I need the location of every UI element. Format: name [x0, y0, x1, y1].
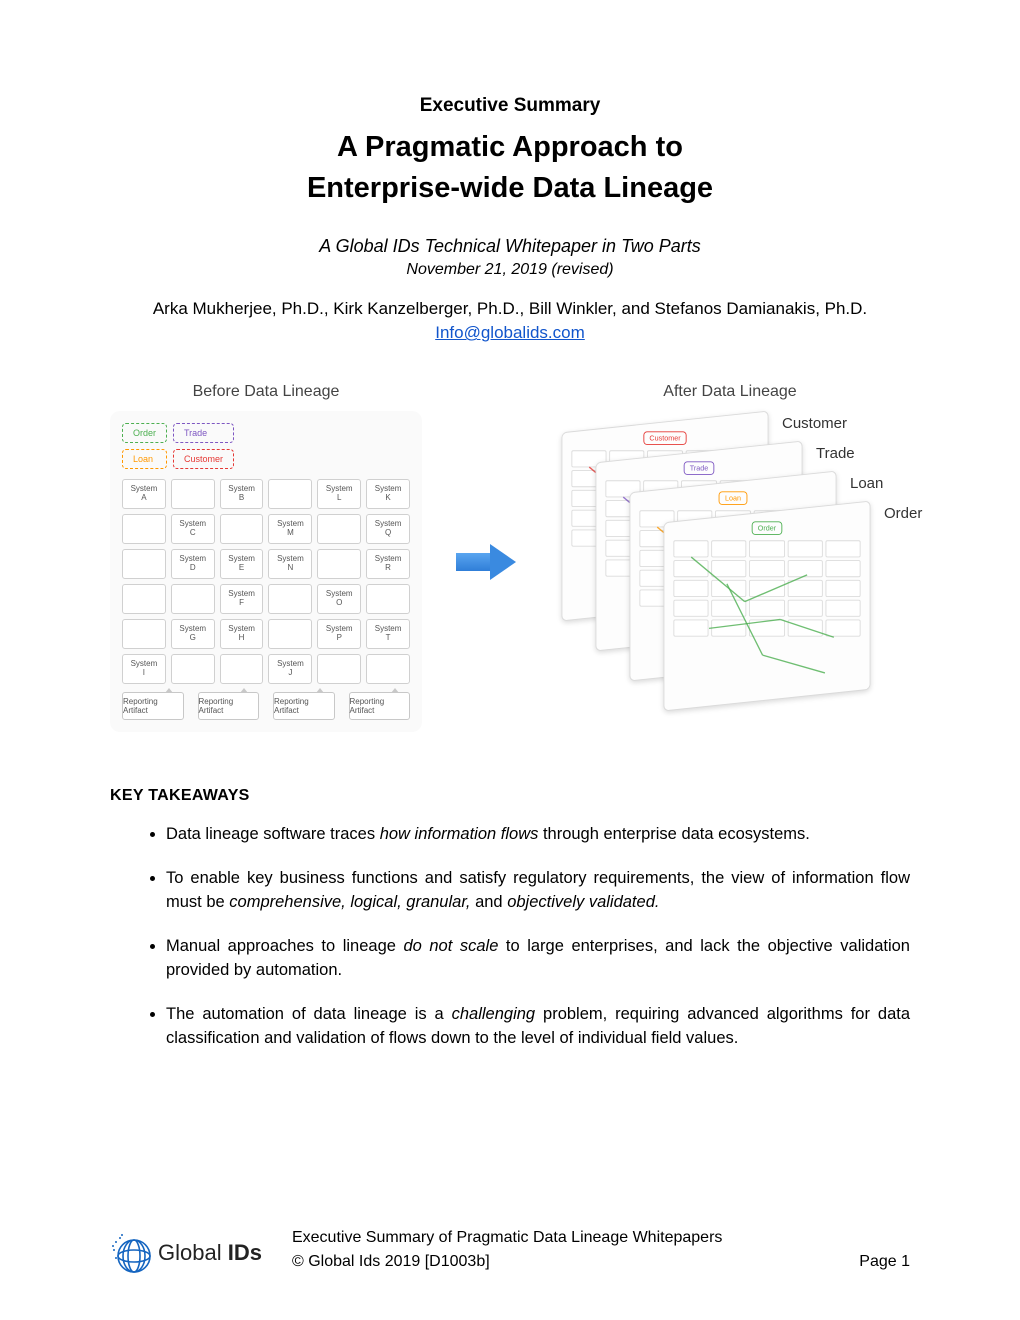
system-cell: SystemM — [268, 514, 312, 544]
system-cell: SystemG — [171, 619, 215, 649]
system-cell — [171, 654, 215, 684]
reporting-artifact: Reporting Artifact — [122, 692, 184, 720]
system-cell — [268, 619, 312, 649]
system-grid: SystemASystemBSystemLSystemKSystemCSyste… — [122, 479, 410, 684]
takeaways-list: Data lineage software traces how informa… — [110, 823, 910, 1050]
arrow-icon — [456, 544, 516, 580]
reporting-artifact: Reporting Artifact — [273, 692, 335, 720]
system-cell: SystemC — [171, 514, 215, 544]
takeaway-item: The automation of data lineage is a chal… — [166, 1003, 910, 1051]
takeaway-item: Manual approaches to lineage do not scal… — [166, 935, 910, 983]
system-cell: SystemL — [317, 479, 361, 509]
system-cell: SystemK — [366, 479, 410, 509]
system-cell — [317, 654, 361, 684]
system-cell: SystemR — [366, 549, 410, 579]
system-cell — [220, 514, 264, 544]
system-cell: SystemF — [220, 584, 264, 614]
system-cell: SystemO — [317, 584, 361, 614]
lineage-layer: Order — [664, 501, 871, 712]
layer-chip: Trade — [683, 462, 714, 476]
system-cell: SystemA — [122, 479, 166, 509]
system-cell — [317, 514, 361, 544]
contact-email: Info@globalids.com — [110, 323, 910, 343]
page-number: Page 1 — [859, 1250, 910, 1274]
after-panel-stack: CustomerCustomerTradeTradeLoanLoanOrderO… — [550, 411, 910, 741]
logo-text-ids: IDs — [228, 1240, 262, 1265]
system-cell — [122, 514, 166, 544]
system-cell: SystemB — [220, 479, 264, 509]
system-cell — [366, 584, 410, 614]
layer-chip: Customer — [643, 432, 687, 446]
page: Executive Summary A Pragmatic Approach t… — [0, 0, 1020, 1320]
system-cell: SystemQ — [366, 514, 410, 544]
chip-trade: Trade — [173, 423, 234, 443]
reporting-artifact: Reporting Artifact — [349, 692, 411, 720]
logo: Global IDs — [110, 1232, 262, 1274]
after-caption: After Data Lineage — [663, 383, 796, 401]
system-cell: SystemN — [268, 549, 312, 579]
reporting-artifact: Reporting Artifact — [198, 692, 260, 720]
chip-loan: Loan — [122, 449, 167, 469]
system-cell — [122, 619, 166, 649]
logo-text-global: Global — [158, 1240, 222, 1265]
email-link[interactable]: Info@globalids.com — [435, 323, 585, 342]
title-line-2: Enterprise-wide Data Lineage — [307, 172, 713, 204]
system-cell: SystemP — [317, 619, 361, 649]
document-label: Executive Summary — [110, 95, 910, 117]
layer-chip: Loan — [719, 492, 748, 506]
system-cell: SystemJ — [268, 654, 312, 684]
footer: Global IDs Executive Summary of Pragmati… — [110, 1226, 910, 1274]
system-cell: SystemT — [366, 619, 410, 649]
system-cell — [220, 654, 264, 684]
system-cell: SystemD — [171, 549, 215, 579]
system-cell — [171, 584, 215, 614]
system-cell — [122, 549, 166, 579]
layer-label: Trade — [816, 445, 855, 462]
system-cell: SystemI — [122, 654, 166, 684]
system-cell: SystemE — [220, 549, 264, 579]
system-cell — [268, 584, 312, 614]
before-caption: Before Data Lineage — [193, 383, 340, 401]
system-cell — [122, 584, 166, 614]
layer-chip: Order — [751, 522, 782, 536]
figure-after: After Data Lineage Customer Customer Trade… — [550, 383, 910, 741]
logo-text: Global IDs — [158, 1240, 262, 1266]
document-title: A Pragmatic Approach to Enterprise-wide … — [110, 127, 910, 208]
layer-label: Order — [884, 505, 922, 522]
document-subtitle: A Global IDs Technical Whitepaper in Two… — [110, 236, 910, 257]
system-cell: SystemH — [220, 619, 264, 649]
before-panel: Order Loan Trade Customer SystemA SystemB… — [110, 411, 422, 732]
footer-copyright: © Global Ids 2019 [D1003b] — [292, 1250, 490, 1274]
footer-line-1: Executive Summary of Pragmatic Data Line… — [292, 1226, 910, 1250]
system-cell — [268, 479, 312, 509]
takeaway-item: To enable key business functions and sat… — [166, 867, 910, 915]
title-line-1: A Pragmatic Approach to — [337, 131, 683, 163]
footer-text: Executive Summary of Pragmatic Data Line… — [292, 1226, 910, 1274]
chip-customer: Customer — [173, 449, 234, 469]
system-cell — [317, 549, 361, 579]
system-cell — [366, 654, 410, 684]
figure-before: Before Data Lineage Order Loan Trade Cus… — [110, 383, 422, 732]
reporting-row: Reporting Artifact Reporting Artifact Re… — [122, 692, 410, 720]
section-heading: KEY TAKEAWAYS — [110, 787, 910, 805]
system-cell — [171, 479, 215, 509]
document-authors: Arka Mukherjee, Ph.D., Kirk Kanzelberger… — [110, 299, 910, 319]
title-block: Executive Summary A Pragmatic Approach t… — [110, 95, 910, 343]
figure: Before Data Lineage Order Loan Trade Cus… — [110, 383, 910, 741]
takeaway-item: Data lineage software traces how informa… — [166, 823, 910, 847]
globe-icon — [110, 1232, 152, 1274]
document-date: November 21, 2019 (revised) — [110, 261, 910, 279]
layer-label: Loan — [850, 475, 883, 492]
layer-label: Customer — [782, 415, 847, 432]
chip-order: Order — [122, 423, 167, 443]
